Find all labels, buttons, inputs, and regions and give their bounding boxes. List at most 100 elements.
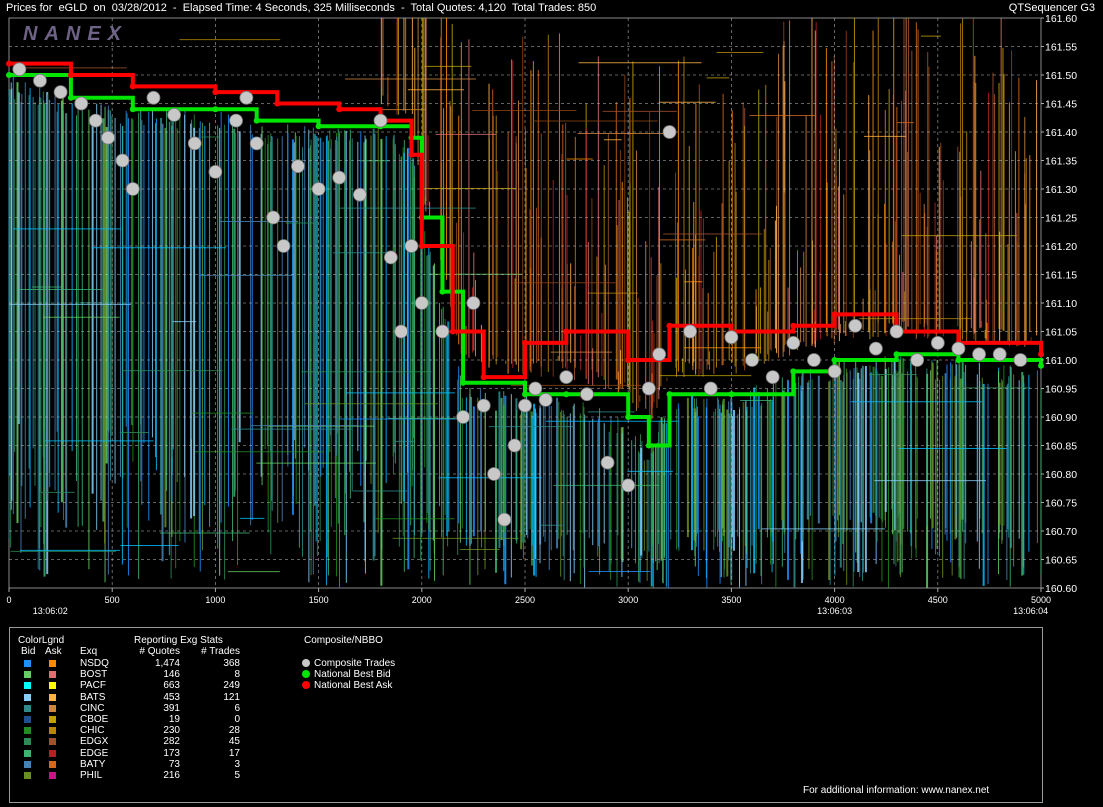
bid-color-swatch xyxy=(24,716,31,723)
nbbo-point xyxy=(6,60,12,67)
nbbo-point xyxy=(563,328,570,335)
trade-point xyxy=(724,330,739,345)
y-tick-label: 161.50 xyxy=(1045,70,1077,82)
exchange-quotes: 1,474 xyxy=(154,658,180,669)
exchange-quotes: 663 xyxy=(163,680,180,692)
exchange-name: PACF xyxy=(80,680,106,692)
exchange-quotes: 453 xyxy=(163,691,180,703)
trade-point xyxy=(74,96,89,111)
composite-title: Composite/NBBO xyxy=(304,635,383,646)
trade-point xyxy=(703,381,718,396)
time-label: 13:06:02 xyxy=(33,606,68,616)
trade-point xyxy=(266,210,281,225)
ask-color-swatch xyxy=(49,727,56,735)
nbbo-point xyxy=(1038,362,1044,369)
composite-legend-label: National Best Ask xyxy=(314,680,393,692)
trade-point xyxy=(125,182,140,196)
nbbo-point xyxy=(6,72,12,78)
y-tick-label: 161.20 xyxy=(1045,241,1077,253)
bid-color-swatch xyxy=(24,671,31,679)
y-tick-label: 160.65 xyxy=(1045,555,1077,567)
nbbo-point xyxy=(522,339,528,346)
trade-point xyxy=(167,108,182,122)
bid-color-swatch xyxy=(24,693,31,701)
exchange-name: BATY xyxy=(80,758,106,770)
nbbo-point xyxy=(67,72,74,78)
exchange-name: BOST xyxy=(80,669,108,681)
trade-point xyxy=(487,467,501,481)
nbbo-point xyxy=(449,328,456,335)
trade-point xyxy=(435,324,450,339)
exchange-trades: 121 xyxy=(223,691,240,703)
composite-legend-label: National Best Bid xyxy=(314,669,391,681)
trade-point xyxy=(311,182,326,196)
nbbo-point xyxy=(893,351,900,358)
x-tick-label: 1000 xyxy=(205,595,225,605)
x-tick-label: 1500 xyxy=(309,595,329,605)
nbbo-point xyxy=(645,442,652,449)
exchange-name: NSDQ xyxy=(80,658,109,669)
trade-point xyxy=(930,335,945,350)
col-bid-header: Bid xyxy=(21,646,36,657)
col-trades-header: # Trades xyxy=(201,646,240,657)
ask-color-swatch xyxy=(49,693,56,701)
trade-point xyxy=(765,370,780,385)
exchange-name: CBOE xyxy=(80,714,109,725)
exchange-trades: 5 xyxy=(234,770,240,781)
y-tick-label: 161.30 xyxy=(1045,184,1077,196)
x-tick-label: 3500 xyxy=(721,595,741,605)
ask-color-swatch xyxy=(49,671,56,679)
time-label: 13:06:03 xyxy=(817,606,852,616)
y-tick-label: 161.10 xyxy=(1045,298,1077,310)
trade-point xyxy=(600,455,615,470)
y-tick-label: 161.15 xyxy=(1045,270,1077,282)
trade-point xyxy=(786,335,801,350)
nbbo-point xyxy=(129,106,136,113)
ask-color-swatch xyxy=(49,716,56,723)
trade-point xyxy=(951,341,966,356)
trade-point xyxy=(507,438,522,453)
nbbo-point xyxy=(666,391,673,398)
trade-point xyxy=(683,324,698,339)
ask-color-swatch xyxy=(49,738,56,746)
trade-point xyxy=(187,136,202,151)
x-tick-label: 4500 xyxy=(928,595,948,605)
y-tick-label: 160.75 xyxy=(1045,498,1077,510)
exchange-name: EDGX xyxy=(80,736,109,748)
x-tick-label: 3000 xyxy=(618,595,638,605)
x-tick-label: 2000 xyxy=(412,595,432,605)
nbbo-point xyxy=(439,288,446,295)
trade-point xyxy=(249,136,264,151)
ask-color-swatch xyxy=(49,760,56,768)
trade-point xyxy=(229,113,243,128)
exchange-quotes: 391 xyxy=(163,702,180,714)
nbbo-point xyxy=(315,123,322,130)
col-quotes-header: # Quotes xyxy=(139,646,180,657)
nanex-watermark: NANEX xyxy=(23,23,128,45)
exchange-name: CHIC xyxy=(80,725,105,737)
exchange-trades: 17 xyxy=(228,747,240,759)
y-tick-label: 160.85 xyxy=(1045,441,1077,453)
exchange-quotes: 19 xyxy=(168,714,180,725)
trade-point xyxy=(868,341,883,356)
ask-color-swatch xyxy=(49,704,56,712)
price-chart: NANEX 160.60 160.65 160.70 160.75 160.80 160.8… xyxy=(6,13,1077,616)
y-tick-label: 161.45 xyxy=(1045,99,1077,111)
exchange-name: PHIL xyxy=(80,770,103,781)
trade-point xyxy=(394,324,409,339)
y-tick-label: 161.05 xyxy=(1045,327,1077,339)
trade-point xyxy=(972,347,986,362)
y-tick-label: 161.60 xyxy=(1045,13,1077,25)
trade-point xyxy=(115,153,130,168)
nbbo-point xyxy=(212,89,219,96)
nbbo-point xyxy=(728,391,735,398)
exchange-quotes: 73 xyxy=(168,758,180,770)
x-tick-label: 4000 xyxy=(825,595,845,605)
composite-legend-dot xyxy=(302,659,310,667)
composite-legend-label: Composite Trades xyxy=(314,658,396,669)
bid-color-swatch xyxy=(24,682,31,690)
nbbo-point xyxy=(67,94,74,101)
exchange-quotes: 282 xyxy=(163,736,180,748)
colorlegend-title: ColorLgnd xyxy=(18,635,65,646)
trade-point xyxy=(652,347,667,362)
